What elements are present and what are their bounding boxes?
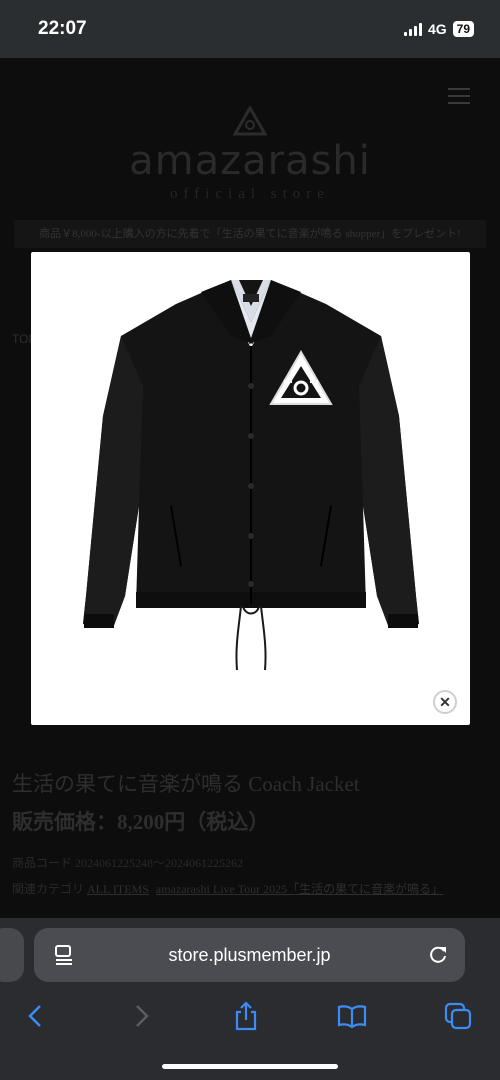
chevron-right-icon: [136, 1005, 149, 1027]
hamburger-menu-icon[interactable]: [448, 88, 470, 109]
logo-mark-icon: [233, 106, 267, 136]
home-indicator[interactable]: [162, 1064, 338, 1069]
status-time: 22:07: [38, 18, 87, 39]
product-price: 販売価格：8,200円（税込）: [12, 810, 270, 834]
signal-icon: [403, 22, 422, 36]
bookmarks-button[interactable]: [332, 996, 372, 1036]
category-link-all-items[interactable]: ALL ITEMS: [87, 882, 149, 896]
previous-tab-pill[interactable]: [0, 928, 24, 982]
close-icon: ✕: [439, 693, 451, 710]
book-icon: [337, 1005, 367, 1028]
logo-subtitle: official store: [170, 186, 330, 202]
back-button[interactable]: [15, 996, 55, 1036]
chevron-left-icon: [28, 1005, 41, 1027]
image-lightbox: ✕: [31, 252, 470, 725]
logo-text[interactable]: amazarashi: [0, 138, 500, 184]
tabs-icon: [444, 1002, 472, 1030]
product-code: 商品コード 2024061225248～2024061225262: [12, 856, 244, 870]
tabs-button[interactable]: [438, 996, 478, 1036]
category-label: 関連カテゴリ: [12, 882, 85, 896]
close-button[interactable]: ✕: [433, 690, 457, 714]
battery-level: 79: [452, 21, 474, 37]
browser-chrome: store.plusmember.jp: [0, 918, 500, 1080]
category-link-live-tour[interactable]: amazarashi Live Tour 2025「生活の果てに音楽が鳴る」: [156, 882, 443, 896]
status-indicators: 4G 79: [403, 21, 474, 37]
forward-button[interactable]: [122, 996, 162, 1036]
related-categories: 関連カテゴリ ALL ITEMS amazarashi Live Tour 20…: [12, 878, 488, 900]
product-image: [83, 280, 419, 671]
share-icon: [235, 1001, 257, 1031]
address-bar[interactable]: store.plusmember.jp: [34, 928, 465, 982]
network-type: 4G: [427, 21, 447, 37]
share-button[interactable]: [226, 996, 266, 1036]
reload-icon[interactable]: [427, 943, 449, 965]
url-text[interactable]: store.plusmember.jp: [34, 945, 465, 966]
status-bar: 22:07 4G 79: [0, 0, 500, 58]
browser-toolbar: [0, 996, 500, 1036]
product-title: 生活の果てに音楽が鳴る Coach Jacket: [12, 772, 360, 796]
promo-banner: 商品￥8,000-以上購入の方に先着で「生活の果てに音楽が鳴る shopper」…: [14, 220, 486, 248]
